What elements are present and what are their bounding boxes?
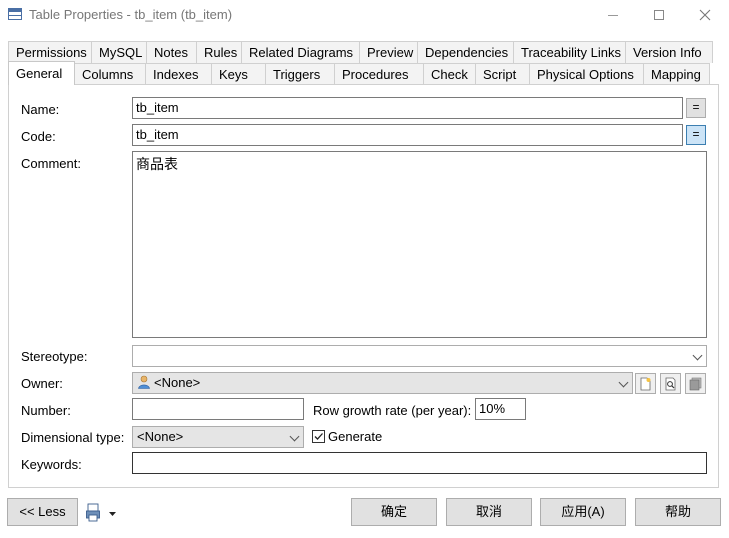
user-icon: [138, 375, 150, 389]
tab-traceability-links[interactable]: Traceability Links: [513, 41, 626, 63]
tab-preview[interactable]: Preview: [359, 41, 418, 63]
stereotype-combobox[interactable]: [132, 345, 707, 367]
maximize-icon: [654, 10, 664, 20]
row-growth-label: Row growth rate (per year):: [313, 403, 472, 418]
chevron-down-icon: [692, 350, 703, 361]
owner-value: <None>: [154, 375, 201, 390]
number-label: Number:: [21, 403, 71, 418]
browse-icon: [665, 377, 676, 390]
code-input[interactable]: tb_item: [132, 124, 683, 146]
tab-indexes[interactable]: Indexes: [145, 63, 212, 85]
tab-check[interactable]: Check: [423, 63, 476, 85]
tab-triggers[interactable]: Triggers: [265, 63, 335, 85]
new-document-icon: [640, 377, 651, 390]
properties-icon: [689, 377, 702, 390]
ok-button[interactable]: 确定: [351, 498, 437, 526]
tab-dependencies[interactable]: Dependencies: [417, 41, 514, 63]
dimensional-type-combobox[interactable]: <None>: [132, 426, 304, 448]
keywords-input[interactable]: [132, 452, 707, 474]
tab-version-info[interactable]: Version Info: [625, 41, 713, 63]
tab-procedures[interactable]: Procedures: [334, 63, 424, 85]
less-button[interactable]: << Less: [7, 498, 78, 526]
table-icon: [8, 8, 22, 20]
tab-notes[interactable]: Notes: [146, 41, 197, 63]
close-button[interactable]: [682, 0, 728, 30]
dimensional-type-label: Dimensional type:: [21, 430, 125, 445]
tab-general[interactable]: General: [8, 61, 75, 85]
maximize-button[interactable]: [636, 0, 682, 30]
dimensional-type-value: <None>: [137, 429, 184, 444]
name-label: Name:: [21, 102, 60, 117]
tab-permissions[interactable]: Permissions: [8, 41, 92, 63]
tab-row-1: Permissions MySQL Notes Rules Related Di…: [8, 41, 713, 63]
owner-label: Owner:: [21, 376, 63, 391]
printer-icon: [86, 503, 116, 522]
minimize-button[interactable]: [590, 0, 636, 30]
comment-label: Comment:: [21, 156, 81, 171]
window-title: Table Properties - tb_item (tb_item): [29, 7, 233, 22]
owner-combobox[interactable]: <None>: [132, 372, 633, 394]
tab-columns[interactable]: Columns: [74, 63, 146, 85]
name-code-sync-button[interactable]: =: [686, 98, 706, 118]
comment-textarea[interactable]: 商品表: [132, 151, 707, 338]
keywords-label: Keywords:: [21, 457, 82, 472]
select-owner-button[interactable]: [660, 373, 681, 394]
title-bar: Table Properties - tb_item (tb_item): [0, 0, 729, 30]
chevron-down-icon: [289, 431, 300, 442]
tab-row-2: General Columns Indexes Keys Triggers Pr…: [8, 61, 710, 85]
row-growth-input[interactable]: 10%: [475, 398, 526, 420]
number-input[interactable]: [132, 398, 304, 420]
code-label: Code:: [21, 129, 56, 144]
new-owner-button[interactable]: [635, 373, 656, 394]
owner-properties-button[interactable]: [685, 373, 706, 394]
stereotype-label: Stereotype:: [21, 349, 88, 364]
minimize-icon: [608, 14, 618, 16]
tab-physical-options[interactable]: Physical Options: [529, 63, 644, 85]
name-input[interactable]: tb_item: [132, 97, 683, 119]
tab-mysql[interactable]: MySQL: [91, 41, 147, 63]
code-sync-toggle-button[interactable]: =: [686, 125, 706, 145]
cancel-button[interactable]: 取消: [446, 498, 532, 526]
tab-keys[interactable]: Keys: [211, 63, 266, 85]
print-menu-button[interactable]: [86, 503, 120, 523]
close-icon: [699, 9, 711, 21]
tab-related-diagrams[interactable]: Related Diagrams: [241, 41, 360, 63]
generate-label: Generate: [328, 429, 383, 444]
generate-checkbox[interactable]: [312, 430, 325, 443]
checkmark-icon: [314, 433, 323, 440]
tab-mapping[interactable]: Mapping: [643, 63, 710, 85]
tab-script[interactable]: Script: [475, 63, 530, 85]
chevron-down-icon: [618, 377, 629, 388]
tab-rules[interactable]: Rules: [196, 41, 242, 63]
help-button[interactable]: 帮助: [635, 498, 721, 526]
apply-button[interactable]: 应用(A): [540, 498, 626, 526]
